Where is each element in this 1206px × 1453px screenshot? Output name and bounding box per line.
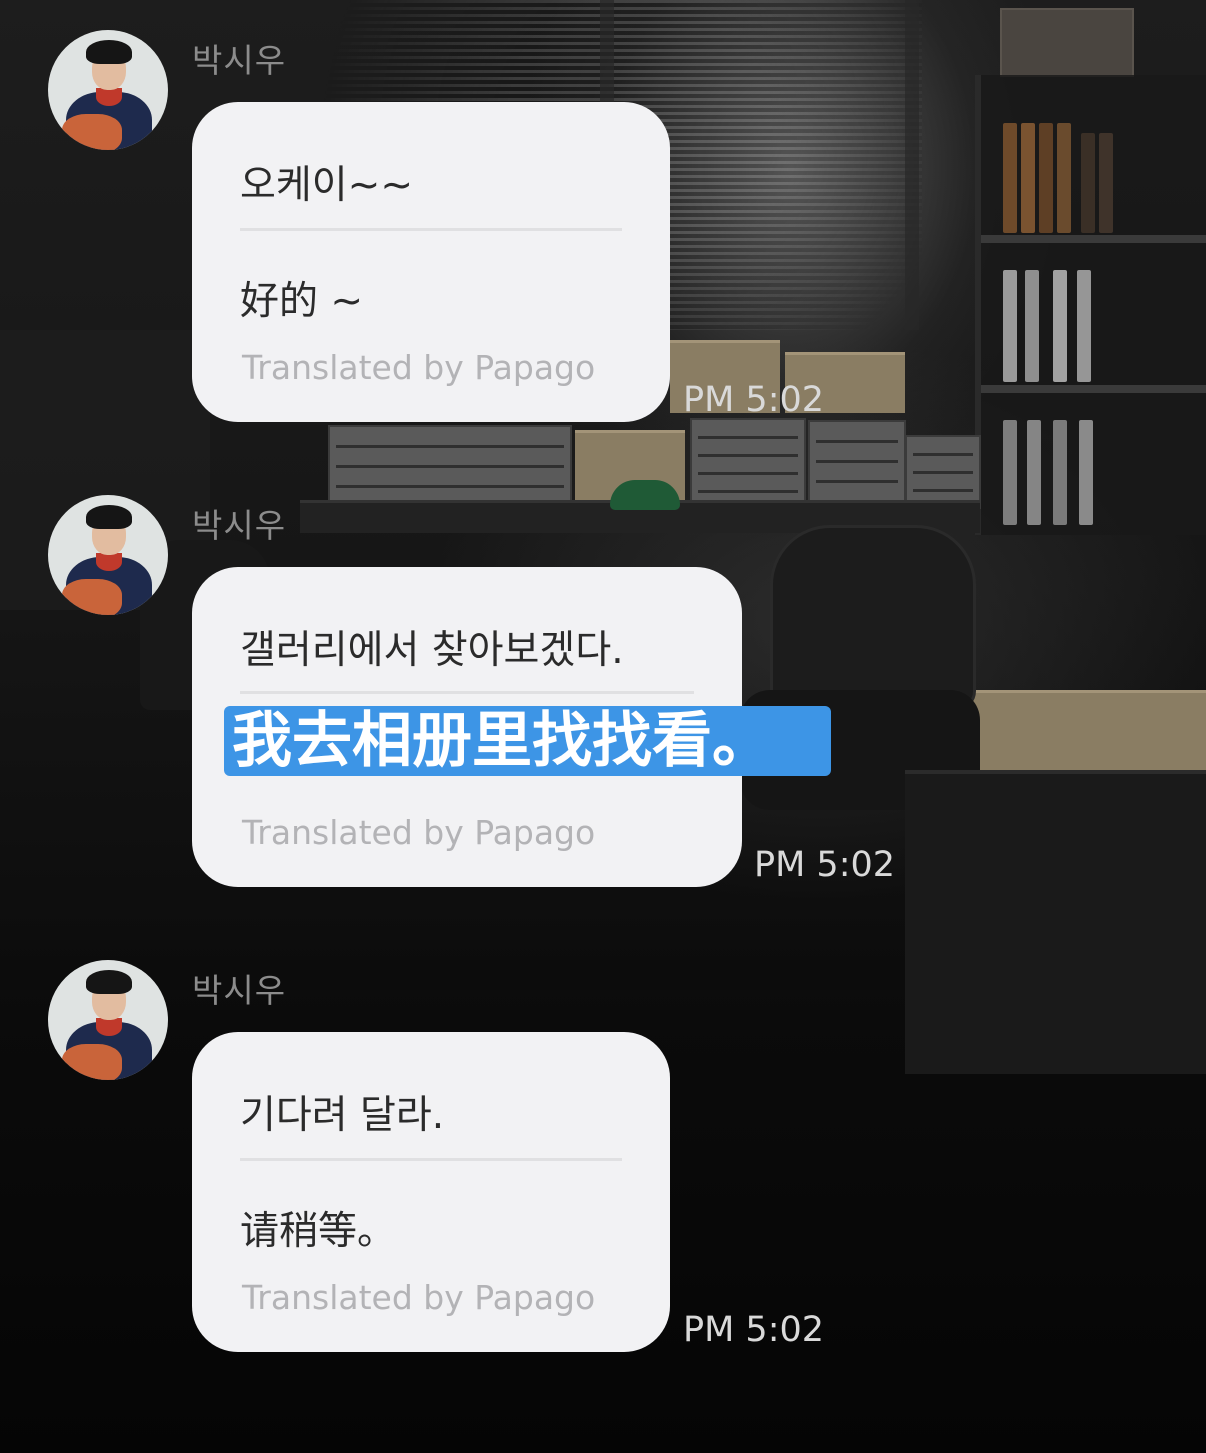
drawer-organizer: [328, 425, 572, 509]
paper-stack: [965, 690, 1206, 773]
desk: [905, 770, 1206, 1074]
desk-lamp: [610, 480, 680, 510]
translation-credit: Translated by Papago: [242, 813, 596, 852]
storage-box: [1000, 8, 1134, 77]
translated-text: 好的 ~: [240, 279, 364, 324]
translation-credit: Translated by Papago: [242, 348, 596, 387]
message-bubble[interactable]: 기다려 달라. 请稍等。 Translated by Papago: [192, 1032, 670, 1352]
profile-photo-icon[interactable]: [48, 960, 168, 1080]
translation-divider: [240, 228, 622, 231]
translated-text: 请稍等。: [240, 1209, 397, 1254]
window-frame: [905, 0, 919, 330]
profile-photo-icon[interactable]: [48, 495, 168, 615]
original-text: 오케이~~: [240, 163, 413, 208]
sender-name: 박시우: [192, 41, 287, 80]
office-chair: [770, 525, 976, 711]
selected-translated-text[interactable]: 我去相册里找找看。: [224, 706, 831, 776]
message-timestamp: PM 5:02: [754, 845, 896, 885]
message-timestamp: PM 5:02: [683, 1310, 825, 1350]
translation-divider: [240, 691, 694, 694]
sender-name: 박시우: [192, 506, 287, 545]
sender-name: 박시우: [192, 971, 287, 1010]
bookshelf: [975, 75, 1206, 535]
profile-photo-icon[interactable]: [48, 30, 168, 150]
chat-screen: 박시우 오케이~~ 好的 ~ Translated by Papago PM 5…: [0, 0, 1206, 1453]
drawer-organizer: [905, 435, 981, 509]
original-text: 갤러리에서 찾아보겠다.: [240, 628, 624, 673]
message-bubble[interactable]: 오케이~~ 好的 ~ Translated by Papago: [192, 102, 670, 422]
translation-divider: [240, 1158, 622, 1161]
translation-credit: Translated by Papago: [242, 1278, 596, 1317]
drawer-organizer: [690, 418, 806, 510]
message-timestamp: PM 5:02: [683, 380, 825, 420]
original-text: 기다려 달라.: [240, 1093, 445, 1138]
drawer-organizer: [808, 420, 906, 504]
